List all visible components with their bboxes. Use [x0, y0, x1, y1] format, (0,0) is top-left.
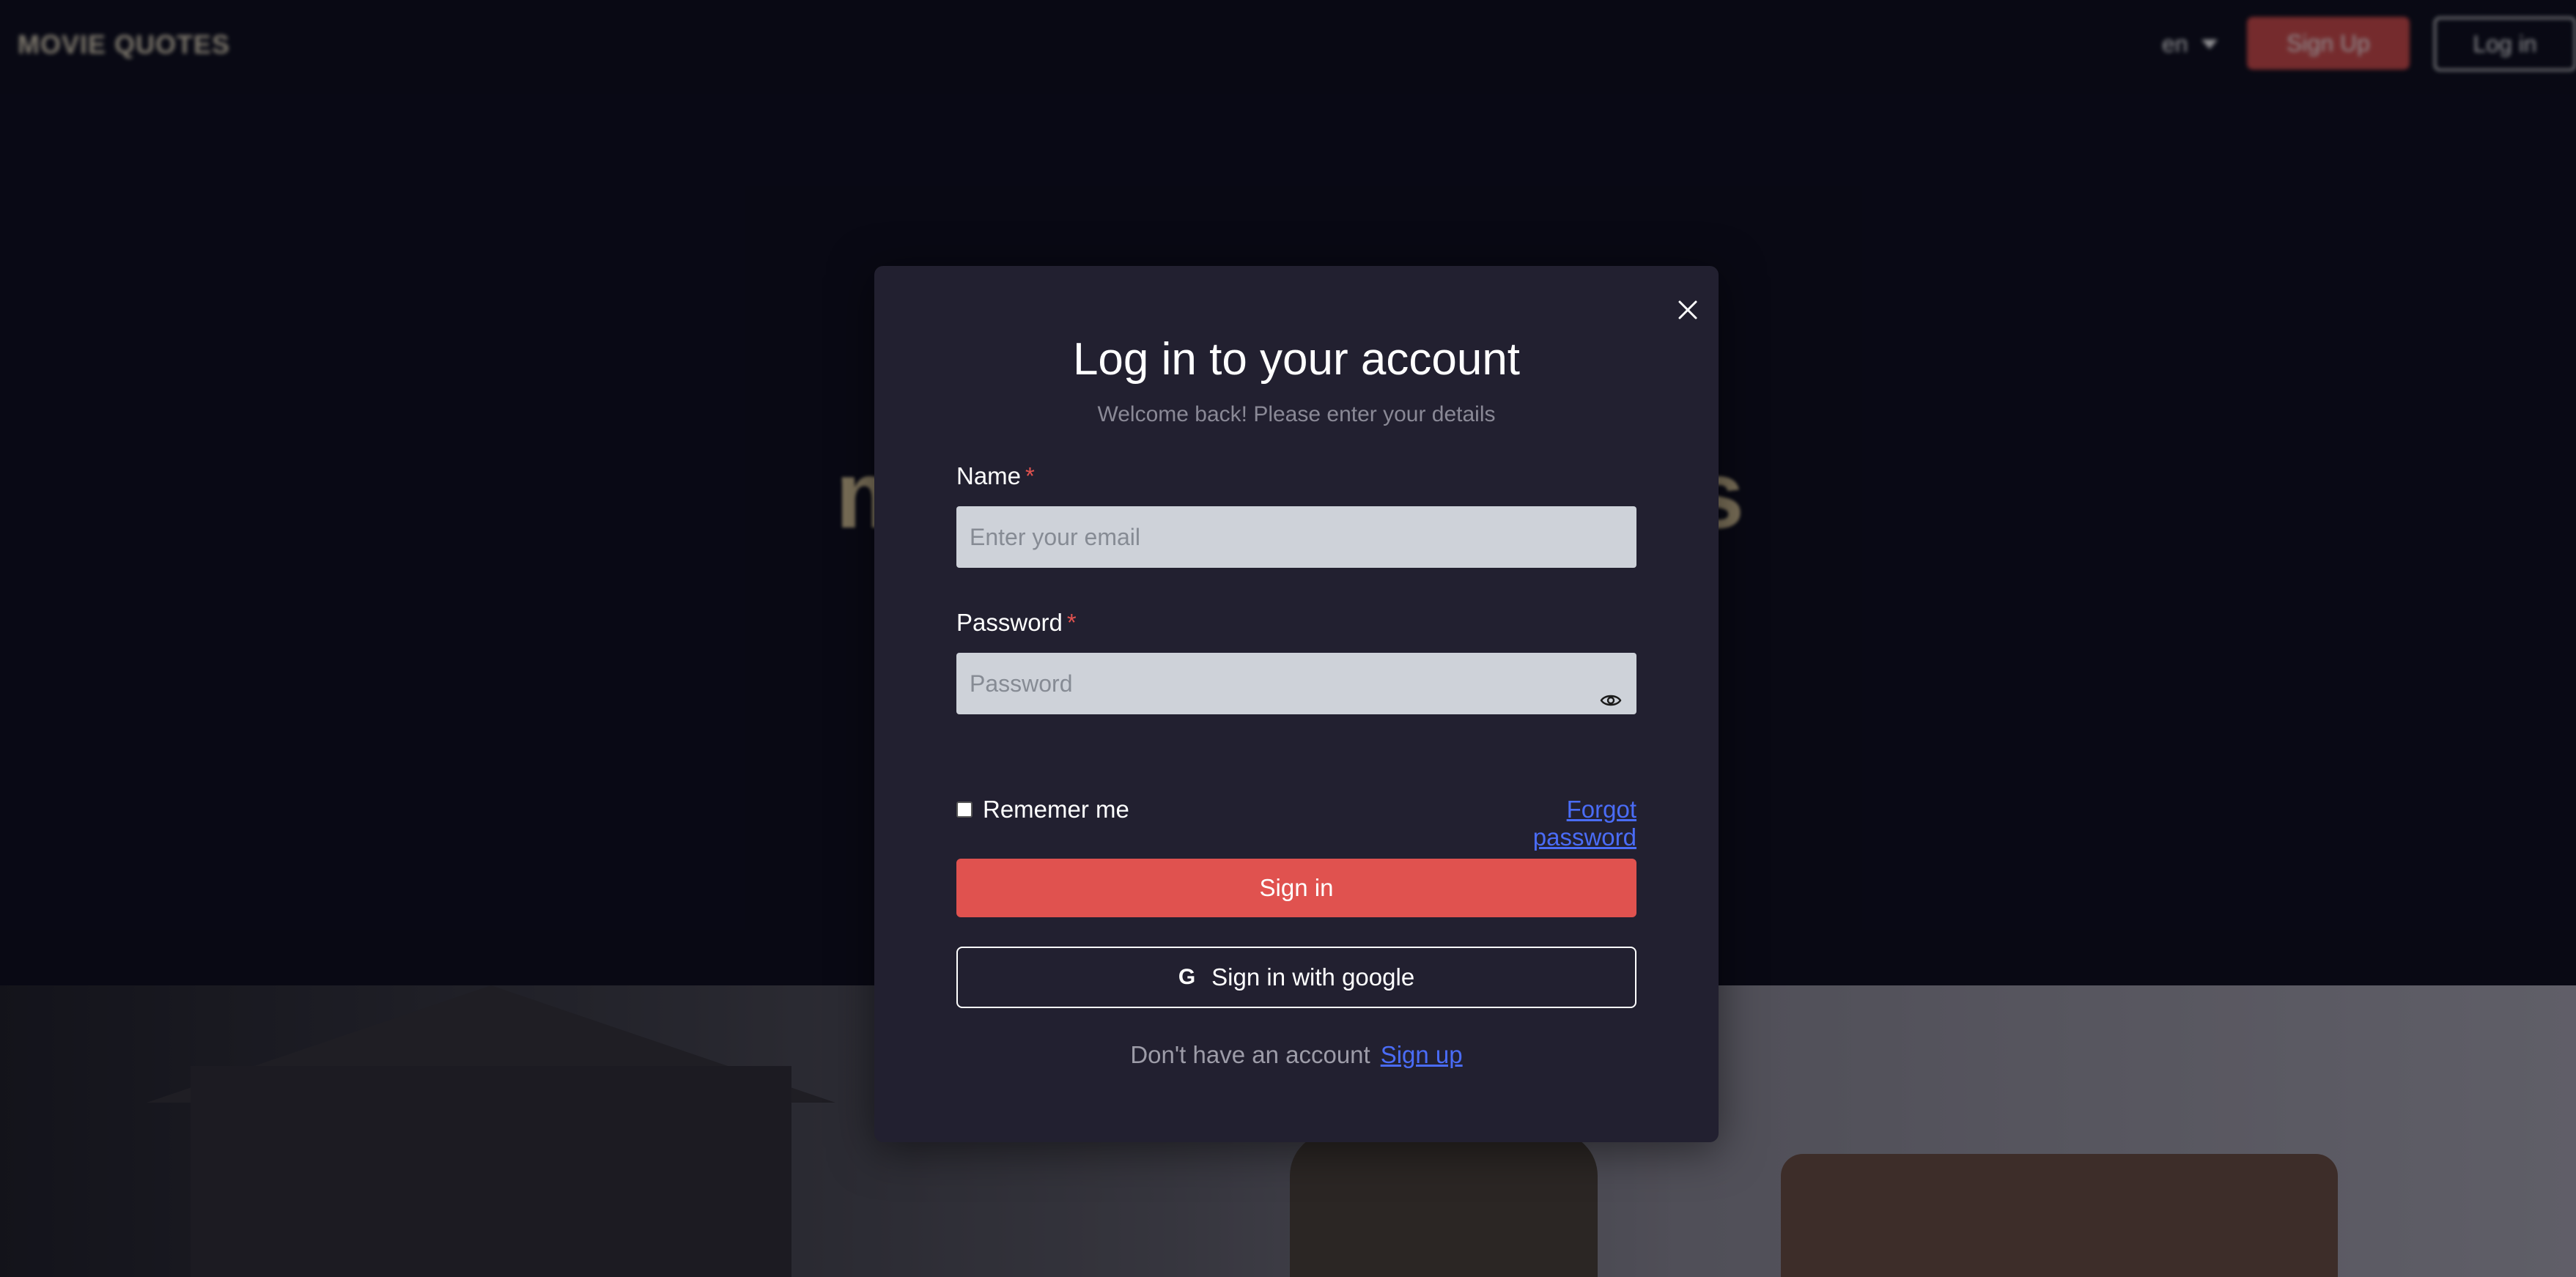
remember-me-label: Rememer me — [983, 796, 1129, 823]
signup-prompt: Don't have an account Sign up — [874, 1041, 1719, 1069]
close-button[interactable] — [1666, 288, 1710, 332]
toggle-password-visibility-button[interactable] — [1596, 686, 1625, 715]
forgot-password-link[interactable]: Forgot password — [1458, 796, 1636, 851]
name-label-text: Name — [956, 462, 1022, 489]
remember-me[interactable]: Rememer me — [956, 796, 1129, 823]
sign-in-button[interactable]: Sign in — [956, 859, 1636, 917]
required-mark: * — [1025, 462, 1035, 489]
close-icon — [1678, 300, 1697, 319]
signup-link[interactable]: Sign up — [1381, 1041, 1463, 1069]
eye-icon — [1600, 695, 1622, 706]
name-label: Name * — [956, 462, 1035, 490]
password-label-text: Password — [956, 609, 1063, 636]
sign-in-with-google-button[interactable]: G Sign in with google — [956, 947, 1636, 1008]
required-mark: * — [1066, 609, 1077, 636]
login-modal: Log in to your account Welcome back! Ple… — [874, 266, 1719, 1142]
name-input[interactable] — [956, 506, 1636, 568]
modal-subtitle: Welcome back! Please enter your details — [1097, 402, 1496, 426]
signup-prompt-text: Don't have an account — [1130, 1041, 1370, 1068]
google-button-label: Sign in with google — [1211, 963, 1415, 991]
google-icon: G — [1178, 965, 1196, 989]
modal-title: Log in to your account — [1072, 334, 1521, 385]
password-label: Password * — [956, 609, 1077, 637]
remember-me-checkbox[interactable] — [956, 802, 973, 818]
password-input[interactable] — [956, 653, 1636, 714]
